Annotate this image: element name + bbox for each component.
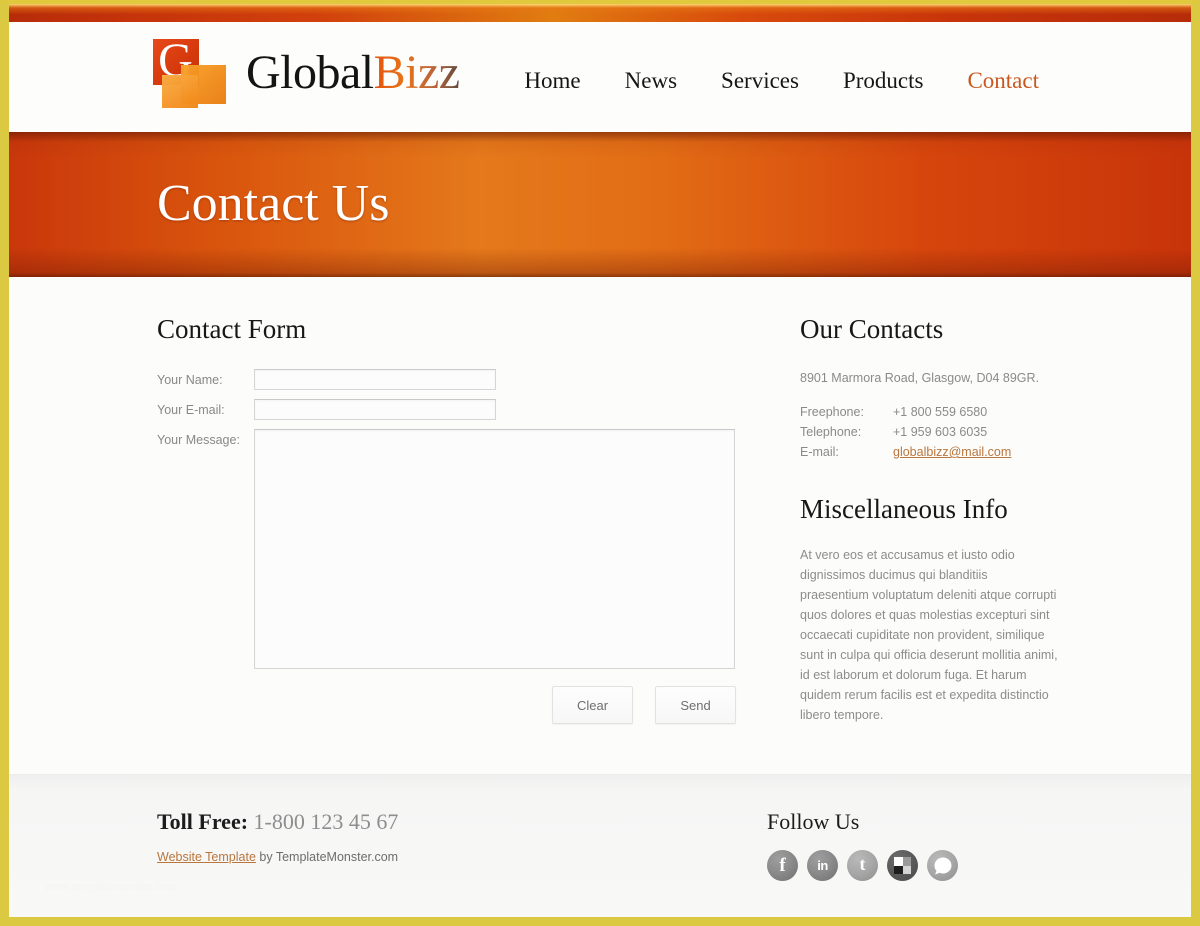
facebook-icon[interactable]: f xyxy=(767,850,798,881)
toll-free-line: Toll Free: 1-800 123 45 67 xyxy=(157,809,398,835)
message-textarea[interactable] xyxy=(254,429,735,669)
telephone-value: +1 959 603 6035 xyxy=(893,425,988,439)
email-label: Your E-mail: xyxy=(157,403,225,417)
logo-word-global: Global xyxy=(246,46,374,99)
page-title: Contact Us xyxy=(157,175,390,232)
main-content: Contact Form Your Name: Your E-mail: You… xyxy=(9,277,1191,774)
message-label: Your Message: xyxy=(157,433,240,447)
name-label: Your Name: xyxy=(157,373,223,387)
freephone-label: Freephone: xyxy=(800,405,864,419)
logo-wordmark: GlobalBizz xyxy=(246,49,460,97)
site-header: G GlobalBizz Home News Services Products… xyxy=(9,22,1191,132)
office-address: 8901 Marmora Road, Glasgow, D04 89GR. xyxy=(800,371,1040,385)
form-row-message: Your Message: xyxy=(157,429,737,669)
email-row-label: E-mail: xyxy=(800,445,839,459)
misc-info-body: At vero eos et accusamus et iusto odio d… xyxy=(800,548,1058,722)
footer-left: Toll Free: 1-800 123 45 67 Website Templ… xyxy=(157,809,398,864)
nav-item-contact[interactable]: Contact xyxy=(945,68,1061,94)
facebook-glyph: f xyxy=(779,854,786,876)
send-button[interactable]: Send xyxy=(655,686,736,724)
credit-rest-text: by TemplateMonster.com xyxy=(255,850,399,864)
nav-item-home[interactable]: Home xyxy=(502,68,602,94)
form-row-name: Your Name: xyxy=(157,369,737,390)
page-banner: Contact Us xyxy=(9,132,1191,277)
nav-item-products[interactable]: Products xyxy=(821,68,946,94)
contact-row-email: E-mail: globalbizz@mail.com xyxy=(800,442,1070,462)
contact-form-title: Contact Form xyxy=(157,314,307,344)
contact-form-section: Contact Form Your Name: Your E-mail: You… xyxy=(157,314,737,724)
name-input[interactable] xyxy=(254,369,496,390)
nav-item-services[interactable]: Services xyxy=(699,68,821,94)
delicious-glyph xyxy=(894,857,911,874)
clear-button[interactable]: Clear xyxy=(552,686,633,724)
site-logo[interactable]: G GlobalBizz xyxy=(150,37,460,109)
email-link[interactable]: globalbizz@mail.com xyxy=(893,442,1011,462)
site-footer: Toll Free: 1-800 123 45 67 Website Templ… xyxy=(9,774,1191,917)
contact-row-telephone: Telephone: +1 959 603 6035 xyxy=(800,422,1070,442)
contact-details-list: Freephone: +1 800 559 6580 Telephone: +1… xyxy=(800,402,1070,462)
contact-form: Your Name: Your E-mail: Your Message: Cl… xyxy=(157,369,737,724)
footer-watermark: www.templatemonster.com xyxy=(45,881,177,893)
telephone-label: Telephone: xyxy=(800,425,862,439)
our-contacts-title: Our Contacts xyxy=(800,314,944,344)
website-template-link[interactable]: Website Template xyxy=(157,850,256,864)
nav-item-news[interactable]: News xyxy=(603,68,699,94)
delicious-icon[interactable] xyxy=(887,850,918,881)
linkedin-icon[interactable]: in xyxy=(807,850,838,881)
logo-square-light xyxy=(162,75,198,108)
contact-row-freephone: Freephone: +1 800 559 6580 xyxy=(800,402,1070,422)
follow-us-title: Follow Us xyxy=(767,809,860,834)
email-input[interactable] xyxy=(254,399,496,420)
sidebar-info: Our Contacts 8901 Marmora Road, Glasgow,… xyxy=(800,314,1070,738)
footer-right: Follow Us f in t xyxy=(767,809,958,881)
toll-free-number: 1-800 123 45 67 xyxy=(253,809,399,834)
logo-squares-icon: G xyxy=(150,37,232,109)
main-navigation: Home News Services Products Contact xyxy=(502,68,1061,94)
comment-icon[interactable] xyxy=(927,850,958,881)
twitter-glyph: t xyxy=(859,854,866,874)
form-buttons: Clear Send xyxy=(157,686,736,724)
top-accent-bar xyxy=(9,4,1191,22)
twitter-icon[interactable]: t xyxy=(847,850,878,881)
social-links: f in t xyxy=(767,850,958,881)
form-row-email: Your E-mail: xyxy=(157,399,737,420)
logo-word-bizz: Bizz xyxy=(373,46,460,99)
linkedin-glyph: in xyxy=(817,858,828,873)
toll-free-label: Toll Free: xyxy=(157,809,249,834)
misc-info-title: Miscellaneous Info xyxy=(800,494,1008,524)
freephone-value: +1 800 559 6580 xyxy=(893,405,988,419)
footer-credit: Website Template by TemplateMonster.com xyxy=(157,850,398,864)
comment-bubble-glyph xyxy=(934,857,951,874)
page-frame: G GlobalBizz Home News Services Products… xyxy=(0,0,1200,926)
